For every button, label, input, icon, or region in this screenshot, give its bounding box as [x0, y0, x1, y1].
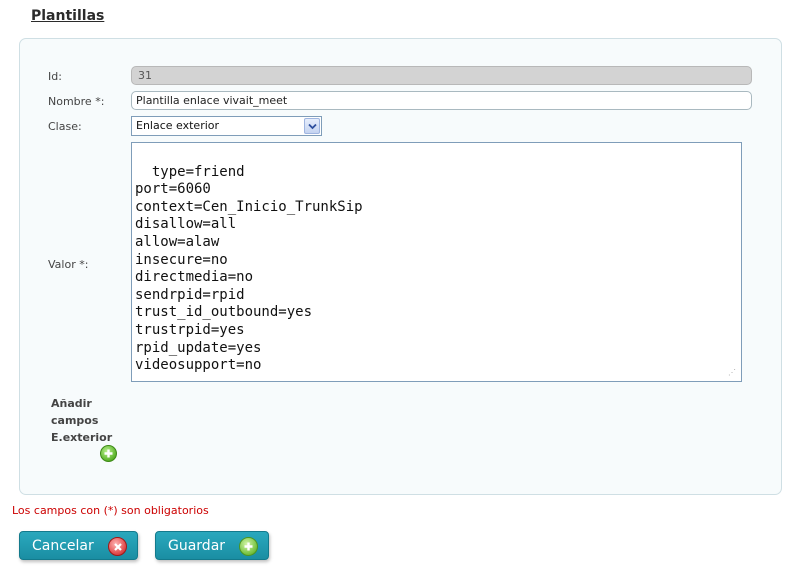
nombre-input[interactable]: Plantilla enlace vivait_meet	[131, 91, 752, 110]
required-fields-note: Los campos con (*) son obligatorios	[12, 504, 209, 517]
valor-text: type=friend port=6060 context=Cen_Inicio…	[135, 163, 363, 374]
add-fields-label: Añadir campos E.exterior	[51, 397, 113, 444]
clase-select[interactable]: Enlace exterior	[131, 116, 322, 136]
cancel-button-label: Cancelar	[32, 537, 94, 554]
page-title: Plantillas	[31, 8, 105, 24]
clase-label: Clase:	[48, 120, 82, 133]
nombre-label: Nombre *:	[48, 95, 105, 108]
id-label: Id:	[48, 70, 62, 83]
chevron-down-icon[interactable]	[304, 118, 320, 134]
resize-grip-icon[interactable]: ⋰	[728, 368, 738, 378]
cancel-button[interactable]: Cancelar	[19, 531, 138, 560]
save-button[interactable]: Guardar	[155, 531, 269, 560]
id-field: 31	[131, 66, 752, 85]
valor-label: Valor *:	[48, 258, 89, 271]
clase-selected-value: Enlace exterior	[136, 119, 220, 132]
valor-textarea[interactable]: type=friend port=6060 context=Cen_Inicio…	[131, 142, 742, 382]
plus-circle-icon[interactable]	[100, 445, 117, 462]
save-button-label: Guardar	[168, 537, 226, 554]
x-circle-icon	[108, 537, 127, 556]
plus-circle-icon	[239, 537, 258, 556]
